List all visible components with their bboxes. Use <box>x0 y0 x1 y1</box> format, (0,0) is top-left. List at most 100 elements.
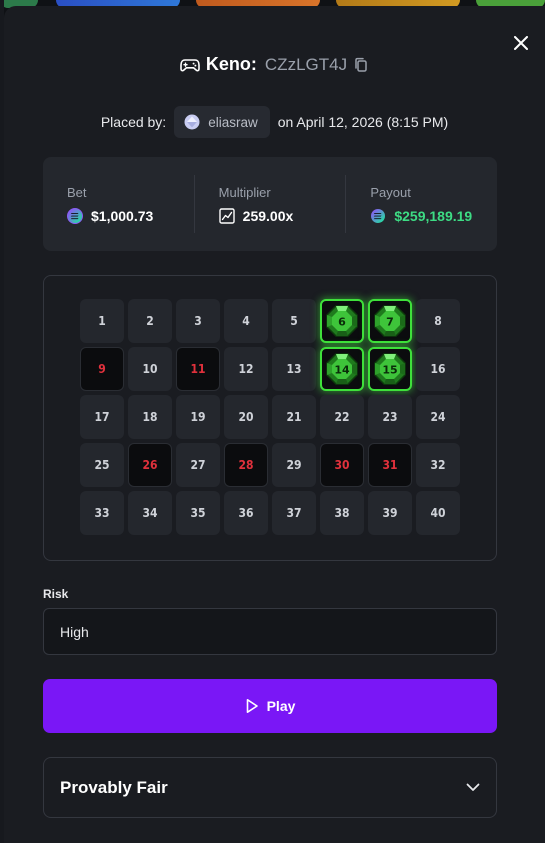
keno-tile[interactable]: 23 <box>368 395 412 439</box>
tile-number: 14 <box>334 364 350 377</box>
risk-label: Risk <box>43 587 69 601</box>
tile-number: 20 <box>238 410 254 424</box>
keno-tile-miss[interactable]: 30 <box>320 443 364 487</box>
payout-label: Payout <box>370 184 411 200</box>
keno-tile[interactable]: 25 <box>80 443 124 487</box>
gem-icon: 14 <box>326 353 358 385</box>
keno-tile[interactable]: 36 <box>224 491 268 535</box>
tile-number: 13 <box>286 362 302 376</box>
keno-tile-miss[interactable]: 31 <box>368 443 412 487</box>
keno-tile[interactable]: 39 <box>368 491 412 535</box>
tile-number: 7 <box>386 316 394 329</box>
tile-number: 25 <box>94 458 110 472</box>
tile-number: 36 <box>238 506 254 520</box>
keno-tile[interactable]: 13 <box>272 347 316 391</box>
multiplier-stat: Multiplier 259.00x <box>193 175 346 233</box>
tile-number: 19 <box>190 410 206 424</box>
keno-tile[interactable]: 18 <box>128 395 172 439</box>
risk-select[interactable]: High <box>43 608 497 655</box>
keno-tile[interactable]: 19 <box>176 395 220 439</box>
tile-number: 32 <box>430 458 446 472</box>
tile-number: 4 <box>242 314 250 328</box>
keno-tile-hit[interactable]: 15 <box>368 347 412 391</box>
keno-tile-hit[interactable]: 6 <box>320 299 364 343</box>
payout-stat: Payout $259,189.19 <box>345 175 497 233</box>
keno-tile[interactable]: 32 <box>416 443 460 487</box>
gem-icon: 7 <box>374 305 406 337</box>
keno-tile[interactable]: 1 <box>80 299 124 343</box>
keno-tile[interactable]: 8 <box>416 299 460 343</box>
keno-tile-hit[interactable]: 7 <box>368 299 412 343</box>
tile-number: 9 <box>98 362 106 376</box>
tile-number: 8 <box>434 314 442 328</box>
bet-details-modal: Keno: CZzLGT4J Placed by: eliasraw on Ap… <box>4 6 545 843</box>
keno-tile[interactable]: 24 <box>416 395 460 439</box>
tile-number: 27 <box>190 458 206 472</box>
keno-tile[interactable]: 35 <box>176 491 220 535</box>
tile-number: 10 <box>142 362 158 376</box>
multiplier-label: Multiplier <box>218 184 271 200</box>
copy-icon[interactable] <box>353 57 369 73</box>
tile-number: 17 <box>94 410 110 424</box>
keno-tile[interactable]: 17 <box>80 395 124 439</box>
keno-tile[interactable]: 27 <box>176 443 220 487</box>
keno-tile[interactable]: 3 <box>176 299 220 343</box>
tile-number: 15 <box>382 364 397 377</box>
keno-tile[interactable]: 22 <box>320 395 364 439</box>
tile-number: 28 <box>238 458 254 472</box>
tile-number: 31 <box>382 458 398 472</box>
tile-number: 33 <box>94 506 110 520</box>
keno-tile-hit[interactable]: 14 <box>320 347 364 391</box>
keno-tile[interactable]: 40 <box>416 491 460 535</box>
placed-by-row: Placed by: eliasraw on April 12, 2026 (8… <box>4 106 545 138</box>
tile-number: 35 <box>190 506 206 520</box>
bet-stats-panel: Bet $1,000.73 Multiplier 259.00x Payout … <box>43 157 497 251</box>
keno-tile[interactable]: 20 <box>224 395 268 439</box>
bet-value: $1,000.73 <box>91 207 154 224</box>
keno-tile-miss[interactable]: 28 <box>224 443 268 487</box>
keno-tile[interactable]: 4 <box>224 299 268 343</box>
placed-by-label: Placed by: <box>100 114 167 130</box>
keno-board: 12345 6 7 8 9 10 11 12 13 14 15 16 17 18 19 20 21 2… <box>43 275 497 561</box>
keno-tile[interactable]: 16 <box>416 347 460 391</box>
play-button[interactable]: Play <box>43 679 497 733</box>
gamepad-icon <box>180 58 200 71</box>
keno-tile[interactable]: 21 <box>272 395 316 439</box>
keno-tile[interactable]: 2 <box>128 299 172 343</box>
keno-tile[interactable]: 34 <box>128 491 172 535</box>
gem-icon: 15 <box>374 353 406 385</box>
keno-tile[interactable]: 37 <box>272 491 316 535</box>
keno-tile[interactable]: 33 <box>80 491 124 535</box>
tile-number: 1 <box>98 314 106 328</box>
play-icon <box>246 699 258 713</box>
provably-fair-section[interactable]: Provably Fair <box>43 757 497 818</box>
tile-number: 30 <box>334 458 350 472</box>
placed-date: on April 12, 2026 (8:15 PM) <box>277 114 449 130</box>
solana-coin-icon <box>67 207 83 224</box>
tile-number: 12 <box>238 362 254 376</box>
keno-tile-miss[interactable]: 26 <box>128 443 172 487</box>
keno-tile[interactable]: 29 <box>272 443 316 487</box>
close-button[interactable] <box>508 30 534 56</box>
payout-value: $259,189.19 <box>394 207 473 224</box>
tile-number: 24 <box>430 410 446 424</box>
tile-number: 22 <box>334 410 350 424</box>
user-chip[interactable]: eliasraw <box>174 106 270 138</box>
risk-value: High <box>60 623 89 640</box>
keno-tile-miss[interactable]: 9 <box>80 347 124 391</box>
tile-number: 3 <box>194 314 202 328</box>
bet-id: CZzLGT4J <box>264 54 348 74</box>
trend-chart-icon <box>218 207 235 224</box>
keno-tile[interactable]: 10 <box>128 347 172 391</box>
tile-number: 5 <box>290 314 298 328</box>
keno-tile[interactable]: 38 <box>320 491 364 535</box>
keno-tile[interactable]: 5 <box>272 299 316 343</box>
provably-fair-title: Provably Fair <box>60 777 168 797</box>
tile-number: 11 <box>190 362 206 376</box>
tile-number: 26 <box>142 458 158 472</box>
chevron-down-icon <box>466 783 480 791</box>
keno-tile[interactable]: 12 <box>224 347 268 391</box>
multiplier-value: 259.00x <box>242 207 294 224</box>
bet-stat: Bet $1,000.73 <box>43 175 194 233</box>
keno-tile-miss[interactable]: 11 <box>176 347 220 391</box>
